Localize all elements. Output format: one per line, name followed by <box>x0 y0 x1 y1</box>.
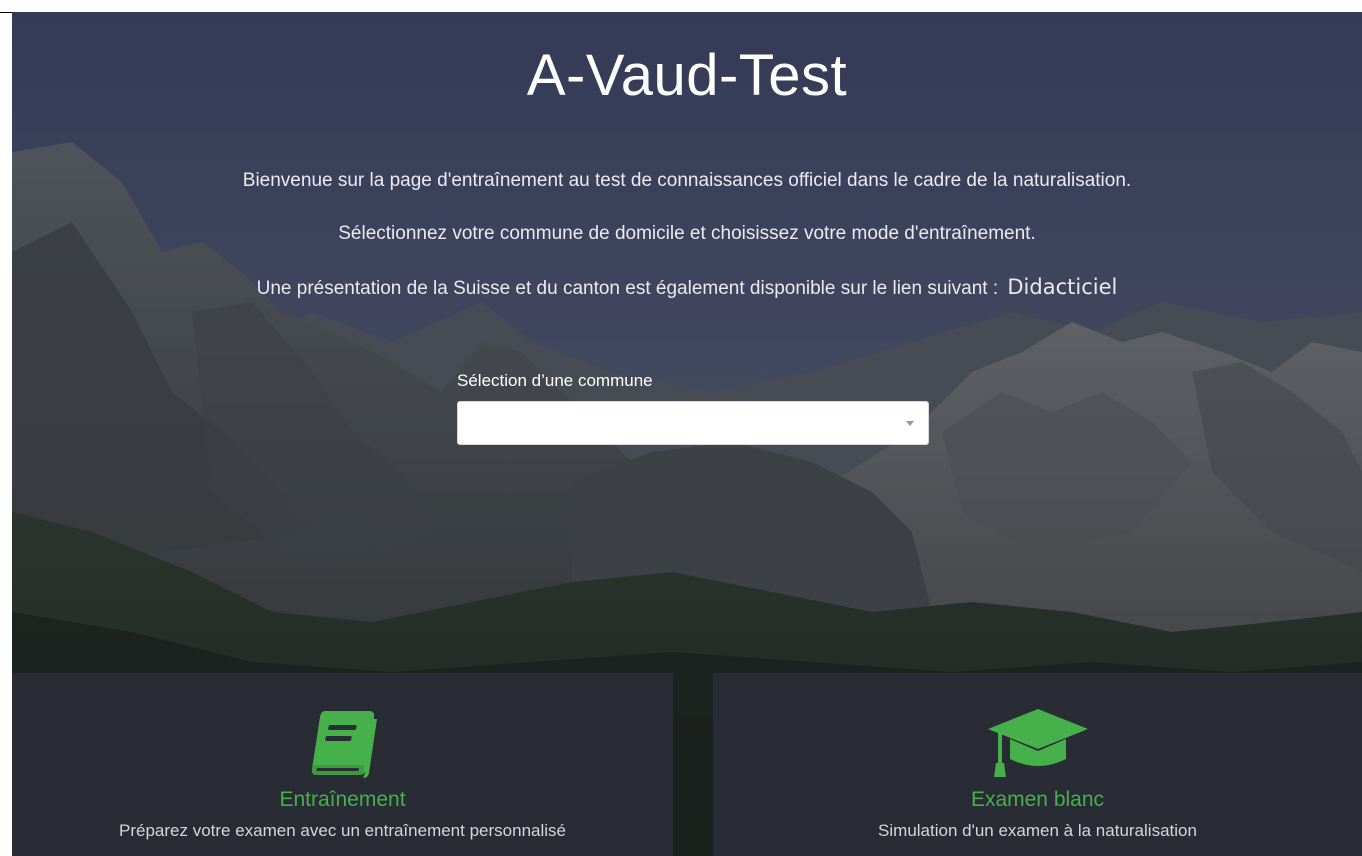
mock-exam-mode-card[interactable]: Examen blanc Simulation d'un examen à la… <box>713 673 1362 856</box>
intro-instruction-text: Sélectionnez votre commune de domicile e… <box>338 223 1036 244</box>
mock-exam-mode-description: Simulation d'un examen à la naturalisati… <box>878 821 1197 840</box>
app-window: A-Vaud-Test Bienvenue sur la page d'entr… <box>0 0 1362 856</box>
book-icon <box>303 707 383 786</box>
training-mode-title: Entraînement <box>279 788 406 811</box>
intro-link-text: Une présentation de la Suisse et du cant… <box>256 278 999 299</box>
page-title: A-Vaud-Test <box>526 43 848 108</box>
mock-exam-mode-title: Examen blanc <box>970 788 1105 811</box>
caret-down-icon <box>906 421 914 426</box>
training-mode-card[interactable]: Entraînement Préparez votre examen avec … <box>12 673 673 856</box>
intro-link-line: Une présentation de la Suisse et du cant… <box>12 275 1362 300</box>
graduation-cap-icon <box>986 707 1090 786</box>
didacticiel-link[interactable]: Didacticiel <box>1007 275 1117 299</box>
hero-section: A-Vaud-Test Bienvenue sur la page d'entr… <box>12 12 1362 856</box>
commune-select[interactable] <box>457 401 929 445</box>
intro-welcome-text: Bienvenue sur la page d'entraînement au … <box>242 170 1132 191</box>
commune-select-label: Sélection d’une commune <box>457 371 653 390</box>
training-mode-description: Préparez votre examen avec un entraîneme… <box>119 821 566 840</box>
